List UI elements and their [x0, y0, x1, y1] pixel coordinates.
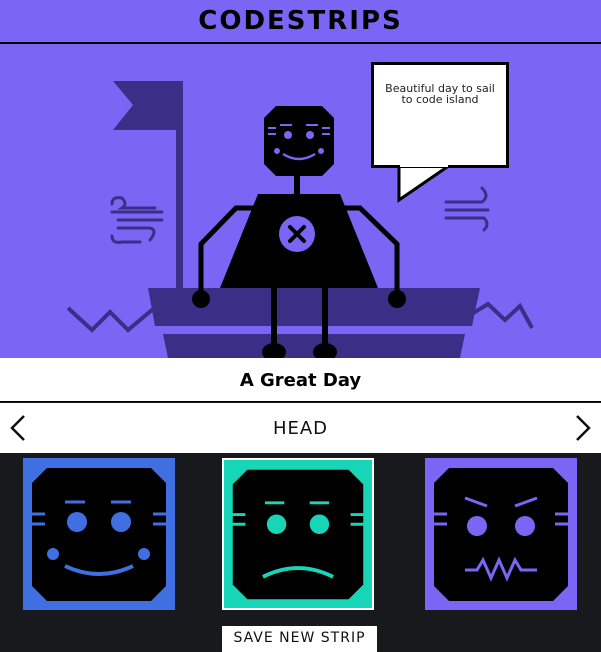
flag-icon [113, 81, 183, 296]
speech-bubble: Beautiful day to sail to code island [371, 62, 509, 168]
chevron-right-icon[interactable] [567, 413, 597, 443]
app-header: CODESTRIPS [0, 0, 601, 44]
save-new-strip-button[interactable]: SAVE NEW STRIP [222, 626, 377, 652]
wave-left [66, 306, 167, 333]
speech-bubble-tail [397, 162, 455, 203]
option-sad-head[interactable] [222, 458, 374, 610]
wind-icon-left [110, 196, 164, 244]
speech-bubble-text: Beautiful day to sail to code island [385, 82, 495, 106]
part-picker-label: HEAD [272, 418, 329, 439]
comic-scene: Beautiful day to sail to code island [0, 44, 601, 358]
head-options: SAVE NEW STRIP [0, 453, 601, 652]
strip-title: A Great Day [239, 370, 362, 391]
wind-icon-right [444, 186, 490, 232]
option-happy-head[interactable] [23, 458, 175, 610]
option-angry-head[interactable] [425, 458, 577, 610]
part-picker: HEAD [0, 403, 601, 453]
app-title: CODESTRIPS [198, 6, 403, 36]
strip-title-bar: A Great Day [0, 358, 601, 402]
